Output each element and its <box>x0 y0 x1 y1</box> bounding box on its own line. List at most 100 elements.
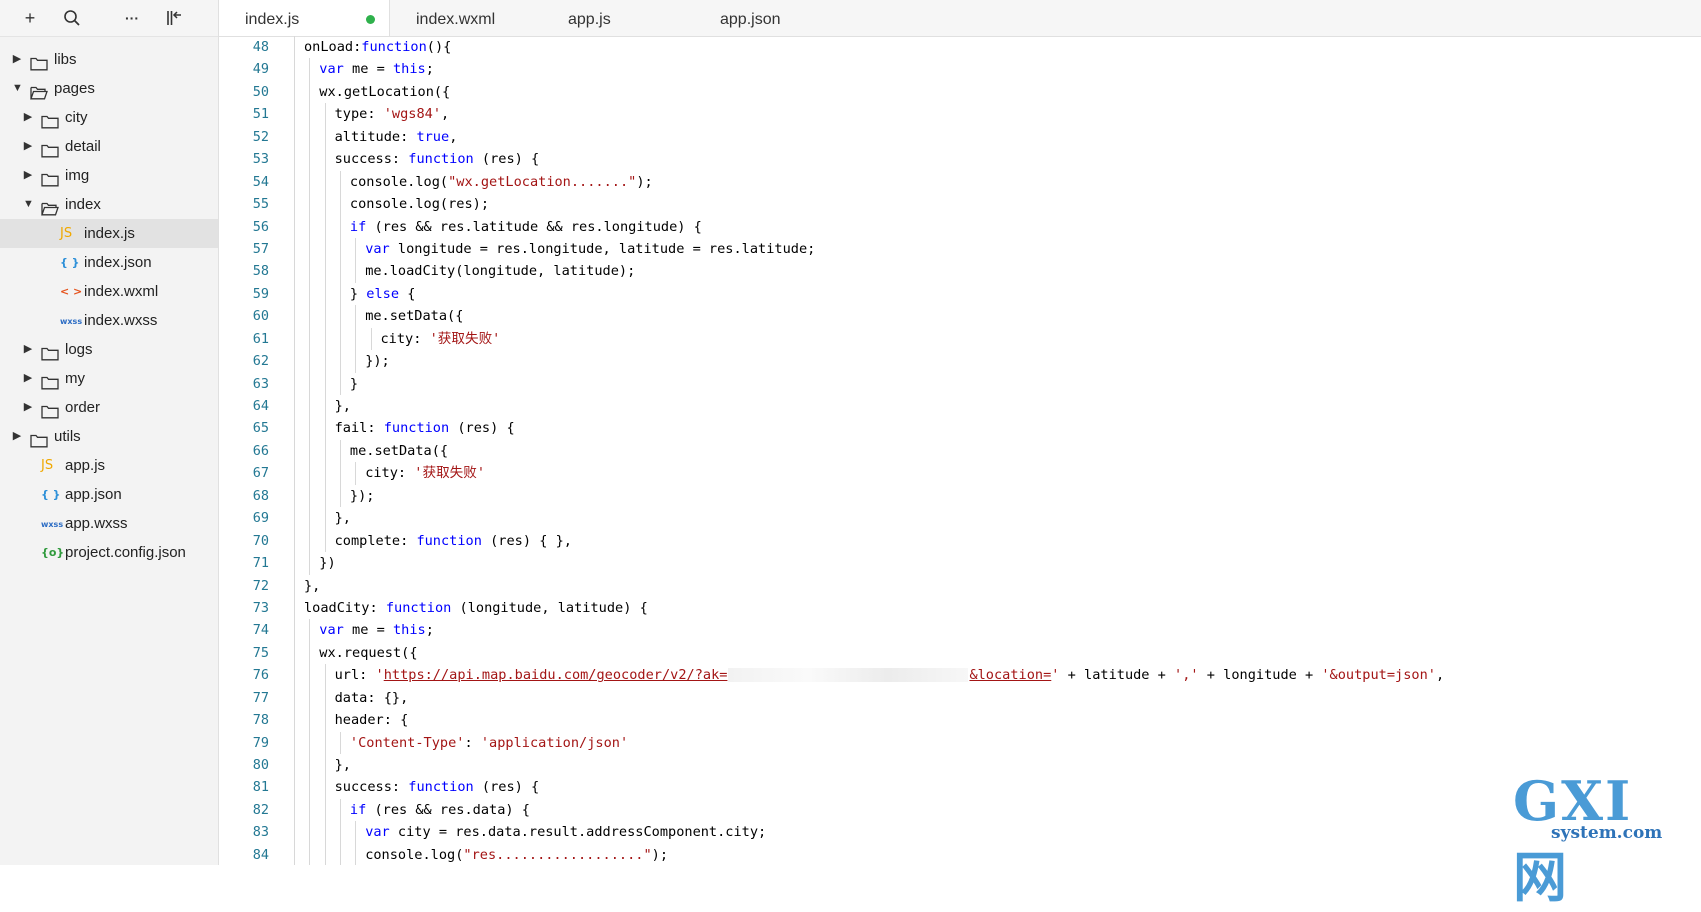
code-token: loadCity: <box>304 599 386 616</box>
code-line[interactable]: }, <box>294 574 1701 597</box>
code-line[interactable]: }, <box>294 395 1701 418</box>
tree-item-app-js[interactable]: JS app.js <box>0 451 218 480</box>
code-line[interactable]: loadCity: function (longitude, latitude)… <box>294 596 1701 620</box>
indent-guide <box>309 350 311 373</box>
tab-index-js[interactable]: index.js <box>219 0 390 36</box>
code-line[interactable]: if (res && res.latitude && res.longitude… <box>294 215 1701 238</box>
code-area[interactable]: onLoad:function(){var me = this; wx.getLo… <box>294 36 1701 865</box>
tab-app-json[interactable]: app.json <box>694 0 807 36</box>
line-number: 72 <box>252 577 269 594</box>
chevron-down-icon[interactable]: ▼ <box>23 190 34 219</box>
code-line[interactable]: }); <box>294 350 1701 373</box>
collapse-sidebar-icon[interactable] <box>156 0 192 36</box>
code-line[interactable]: city: '获取失败' <box>294 462 1701 485</box>
code-line[interactable]: wx.request({ <box>294 641 1701 665</box>
tree-item-libs[interactable]: ▶ libs <box>0 45 218 74</box>
code-line[interactable]: city: '获取失败' <box>294 327 1701 351</box>
indent-guide <box>294 215 295 238</box>
line-number: 55 <box>252 196 269 213</box>
tree-item-detail[interactable]: ▶ detail <box>0 132 218 161</box>
code-line[interactable]: var longitude = res.longitude, latitude … <box>294 237 1701 261</box>
chevron-right-icon[interactable]: ▶ <box>23 103 33 132</box>
search-icon[interactable] <box>54 0 90 36</box>
chevron-right-icon[interactable]: ▶ <box>23 161 33 190</box>
tree-item-utils[interactable]: ▶ utils <box>0 422 218 451</box>
code-line[interactable]: me.setData({ <box>294 305 1701 328</box>
code-line[interactable]: } <box>294 372 1701 395</box>
code-token: city: <box>380 330 430 347</box>
tree-item-index-json[interactable]: { } index.json <box>0 248 218 277</box>
indent-guide <box>294 776 295 799</box>
tree-item-index-wxss[interactable]: wxss index.wxss <box>0 306 218 335</box>
code-line[interactable]: onLoad:function(){ <box>294 36 1701 59</box>
indent-guide <box>294 507 295 530</box>
code-token: }); <box>349 487 375 504</box>
chevron-right-icon[interactable]: ▶ <box>23 364 33 393</box>
code-line[interactable]: }, <box>294 754 1701 777</box>
tree-item-index-js[interactable]: JS index.js <box>0 219 218 248</box>
tree-item-city[interactable]: ▶ city <box>0 103 218 132</box>
code-line[interactable]: console.log("wx.getLocation......."); <box>294 170 1701 194</box>
code-line[interactable]: }, <box>294 507 1701 530</box>
file-explorer-sidebar: + ··· ▶ libs ▼ pages ▶ city ▶ detail ▶ img ▼ index J… <box>0 0 219 865</box>
tab-index-wxml[interactable]: index.wxml <box>390 0 542 36</box>
code-content: success: function (res) { <box>335 148 540 170</box>
code-line[interactable]: var me = this; <box>294 619 1701 642</box>
chevron-right-icon[interactable]: ▶ <box>23 335 33 364</box>
code-token: type <box>334 106 368 123</box>
code-line[interactable]: fail: function (res) { <box>294 417 1701 440</box>
code-keyword: function <box>383 420 450 437</box>
chevron-right-icon[interactable]: ▶ <box>23 132 33 161</box>
indent-guide <box>339 821 341 844</box>
chevron-down-icon[interactable]: ▼ <box>12 74 23 103</box>
tree-item-my[interactable]: ▶ my <box>0 364 218 393</box>
code-line[interactable]: data: {}, <box>294 686 1701 710</box>
code-line[interactable]: console.log(res); <box>294 193 1701 216</box>
tree-item-index-wxml[interactable]: < > index.wxml <box>0 277 218 306</box>
code-line[interactable]: header: { <box>294 709 1701 732</box>
tree-item-app-json[interactable]: { } app.json <box>0 480 218 509</box>
code-line[interactable]: me.loadCity(longitude, latitude); <box>294 260 1701 283</box>
code-line[interactable]: success: function (res) { <box>294 148 1701 171</box>
code-line[interactable]: var city = res.data.result.addressCompon… <box>294 821 1701 844</box>
code-line[interactable]: success: function (res) { <box>294 776 1701 799</box>
chevron-right-icon[interactable]: ▶ <box>12 422 22 451</box>
code-line[interactable]: }) <box>294 552 1701 575</box>
code-line[interactable]: } else { <box>294 282 1701 306</box>
line-number: 67 <box>252 465 269 482</box>
indent-guide <box>294 529 295 553</box>
tree-item-img[interactable]: ▶ img <box>0 161 218 190</box>
code-line[interactable]: var me = this; <box>294 58 1701 81</box>
line-number: 63 <box>252 375 269 392</box>
code-content: city: '获取失败' <box>365 462 485 484</box>
more-icon[interactable]: ··· <box>114 0 150 36</box>
code-line[interactable]: me.setData({ <box>294 439 1701 463</box>
code-line[interactable]: complete: function (res) { }, <box>294 529 1701 553</box>
code-line[interactable]: wx.getLocation({ <box>294 80 1701 104</box>
tree-item-index[interactable]: ▼ index <box>0 190 218 219</box>
code-keyword: if <box>349 218 367 235</box>
code-line[interactable]: if (res && res.data) { <box>294 798 1701 822</box>
code-token: (res) { <box>449 420 515 437</box>
tree-item-logs[interactable]: ▶ logs <box>0 335 218 364</box>
code-token: me.loadCity(longitude, latitude); <box>365 263 636 280</box>
tree-item-order[interactable]: ▶ order <box>0 393 218 422</box>
code-line[interactable]: type: 'wgs84', <box>294 103 1701 126</box>
code-editor[interactable]: 48 49 50 51 52 53 54 55 56 57 58 59 60 61 62 63 64 65 66 67… <box>219 36 1701 865</box>
code-token: ; <box>425 622 434 639</box>
tab-app-js[interactable]: app.js <box>542 0 694 36</box>
tree-item-app-wxss[interactable]: wxss app.wxss <box>0 509 218 538</box>
code-content: } else { <box>350 283 416 305</box>
chevron-right-icon[interactable]: ▶ <box>23 393 33 422</box>
add-file-icon[interactable]: + <box>12 0 48 36</box>
chevron-right-icon[interactable]: ▶ <box>12 45 22 74</box>
code-line[interactable]: url: 'https://api.map.baidu.com/geocoder… <box>294 664 1701 687</box>
code-line[interactable]: }); <box>294 484 1701 508</box>
tree-item-pages[interactable]: ▼ pages <box>0 74 218 103</box>
code-line[interactable]: console.log("res.................."); <box>294 843 1701 865</box>
code-content: wx.getLocation({ <box>319 81 450 103</box>
line-number: 70 <box>252 532 269 549</box>
code-line[interactable]: 'Content-Type': 'application/json' <box>294 731 1701 754</box>
code-line[interactable]: altitude: true, <box>294 125 1701 149</box>
tree-item-project-config[interactable]: {o} project.config.json <box>0 538 218 567</box>
